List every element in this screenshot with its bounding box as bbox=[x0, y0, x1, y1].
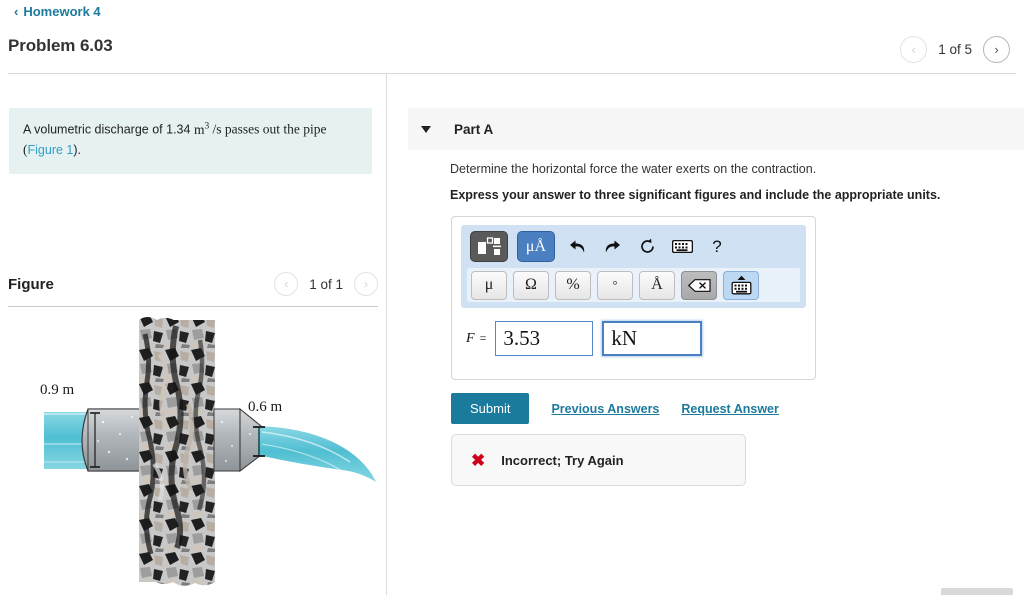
prev-problem-button[interactable]: ‹ bbox=[900, 36, 928, 63]
hide-keyboard-button[interactable] bbox=[723, 270, 759, 300]
template-icon bbox=[478, 237, 501, 255]
part-a-label: Part A bbox=[454, 121, 494, 137]
template-button[interactable] bbox=[470, 231, 508, 262]
undo-icon[interactable] bbox=[564, 233, 590, 261]
symbol-omega-button[interactable]: Ω bbox=[513, 270, 549, 300]
answer-units-input[interactable]: kN bbox=[602, 321, 703, 356]
math-palette-row-2: μ Ω % ° Å bbox=[467, 268, 800, 302]
answer-field-row: F = 3.53 kN bbox=[466, 321, 703, 356]
math-palette: μÅ ? μ Ω % ° Å bbox=[461, 225, 806, 308]
statement-text-after: ). bbox=[73, 143, 81, 158]
answer-entry-box: μÅ ? μ Ω % ° Å F = 3.53 kN bbox=[451, 216, 816, 380]
breadcrumb-label: Homework 4 bbox=[23, 4, 101, 19]
next-button[interactable]: Next ❯ bbox=[941, 588, 1013, 595]
breadcrumb[interactable]: ‹ Homework 4 bbox=[14, 4, 101, 19]
previous-answers-link[interactable]: Previous Answers bbox=[551, 402, 659, 416]
answer-value-input[interactable]: 3.53 bbox=[495, 321, 594, 356]
right-panel: Part A Determine the horizontal force th… bbox=[387, 74, 1024, 595]
symbol-mu-button[interactable]: μ bbox=[471, 270, 507, 300]
figure-title: Figure bbox=[8, 275, 54, 293]
next-figure-button[interactable]: › bbox=[354, 272, 378, 296]
statement-text-before: A volumetric discharge of 1.34 bbox=[23, 122, 194, 137]
problem-pager: ‹ 1 of 5 › bbox=[900, 36, 1010, 63]
figure-divider bbox=[8, 306, 378, 307]
problem-pager-label: 1 of 5 bbox=[938, 42, 972, 57]
question-text: Determine the horizontal force the water… bbox=[450, 162, 817, 176]
figure-1-link[interactable]: Figure 1 bbox=[28, 143, 74, 157]
feedback-banner: ✖ Incorrect; Try Again bbox=[451, 434, 746, 486]
dimension-label-outlet: 0.6 m bbox=[248, 399, 283, 415]
dimension-label-inlet: 0.9 m bbox=[40, 382, 75, 398]
keyboard-icon[interactable] bbox=[669, 233, 695, 261]
symbol-degree-button[interactable]: ° bbox=[597, 270, 633, 300]
chevron-left-icon: ‹ bbox=[14, 4, 19, 19]
next-problem-button[interactable]: › bbox=[983, 36, 1010, 63]
submit-button[interactable]: Submit bbox=[451, 393, 530, 424]
x-mark-icon: ✖ bbox=[471, 450, 486, 470]
figure-pager: ‹ 1 of 1 › bbox=[274, 272, 378, 296]
answer-variable: F bbox=[466, 330, 475, 346]
part-a-header[interactable]: Part A bbox=[408, 108, 1024, 150]
triangle-down-icon[interactable] bbox=[421, 125, 431, 133]
units-mu-angstrom-button[interactable]: μÅ bbox=[517, 231, 555, 262]
request-answer-link[interactable]: Request Answer bbox=[681, 402, 778, 416]
prev-figure-button[interactable]: ‹ bbox=[274, 272, 299, 296]
help-icon[interactable]: ? bbox=[704, 233, 730, 261]
reset-icon[interactable] bbox=[634, 233, 660, 261]
problem-page: ‹ Homework 4 Problem 6.03 ‹ 1 of 5 › A v… bbox=[0, 0, 1024, 595]
left-panel: A volumetric discharge of 1.34 m3 /s pas… bbox=[0, 74, 386, 595]
redo-icon[interactable] bbox=[599, 233, 625, 261]
figure-header: Figure ‹ 1 of 1 › bbox=[8, 272, 378, 296]
pipe-contraction-diagram: 0.9 m 0.6 m bbox=[40, 317, 376, 586]
problem-statement: A volumetric discharge of 1.34 m3 /s pas… bbox=[9, 108, 372, 175]
answer-equals: = bbox=[479, 331, 487, 345]
math-palette-row-1: μÅ ? bbox=[467, 230, 800, 263]
question-instruction: Express your answer to three significant… bbox=[450, 188, 941, 202]
statement-unit: m3 bbox=[193, 121, 210, 137]
figure-image[interactable]: 0.9 m 0.6 m bbox=[8, 314, 380, 589]
symbol-percent-button[interactable]: % bbox=[555, 270, 591, 300]
feedback-text: Incorrect; Try Again bbox=[501, 452, 624, 468]
answer-actions: Submit Previous Answers Request Answer bbox=[451, 393, 779, 424]
page-title: Problem 6.03 bbox=[8, 36, 113, 55]
figure-pager-label: 1 of 1 bbox=[309, 276, 343, 292]
symbol-angstrom-button[interactable]: Å bbox=[639, 270, 675, 300]
backspace-button[interactable] bbox=[681, 270, 717, 300]
